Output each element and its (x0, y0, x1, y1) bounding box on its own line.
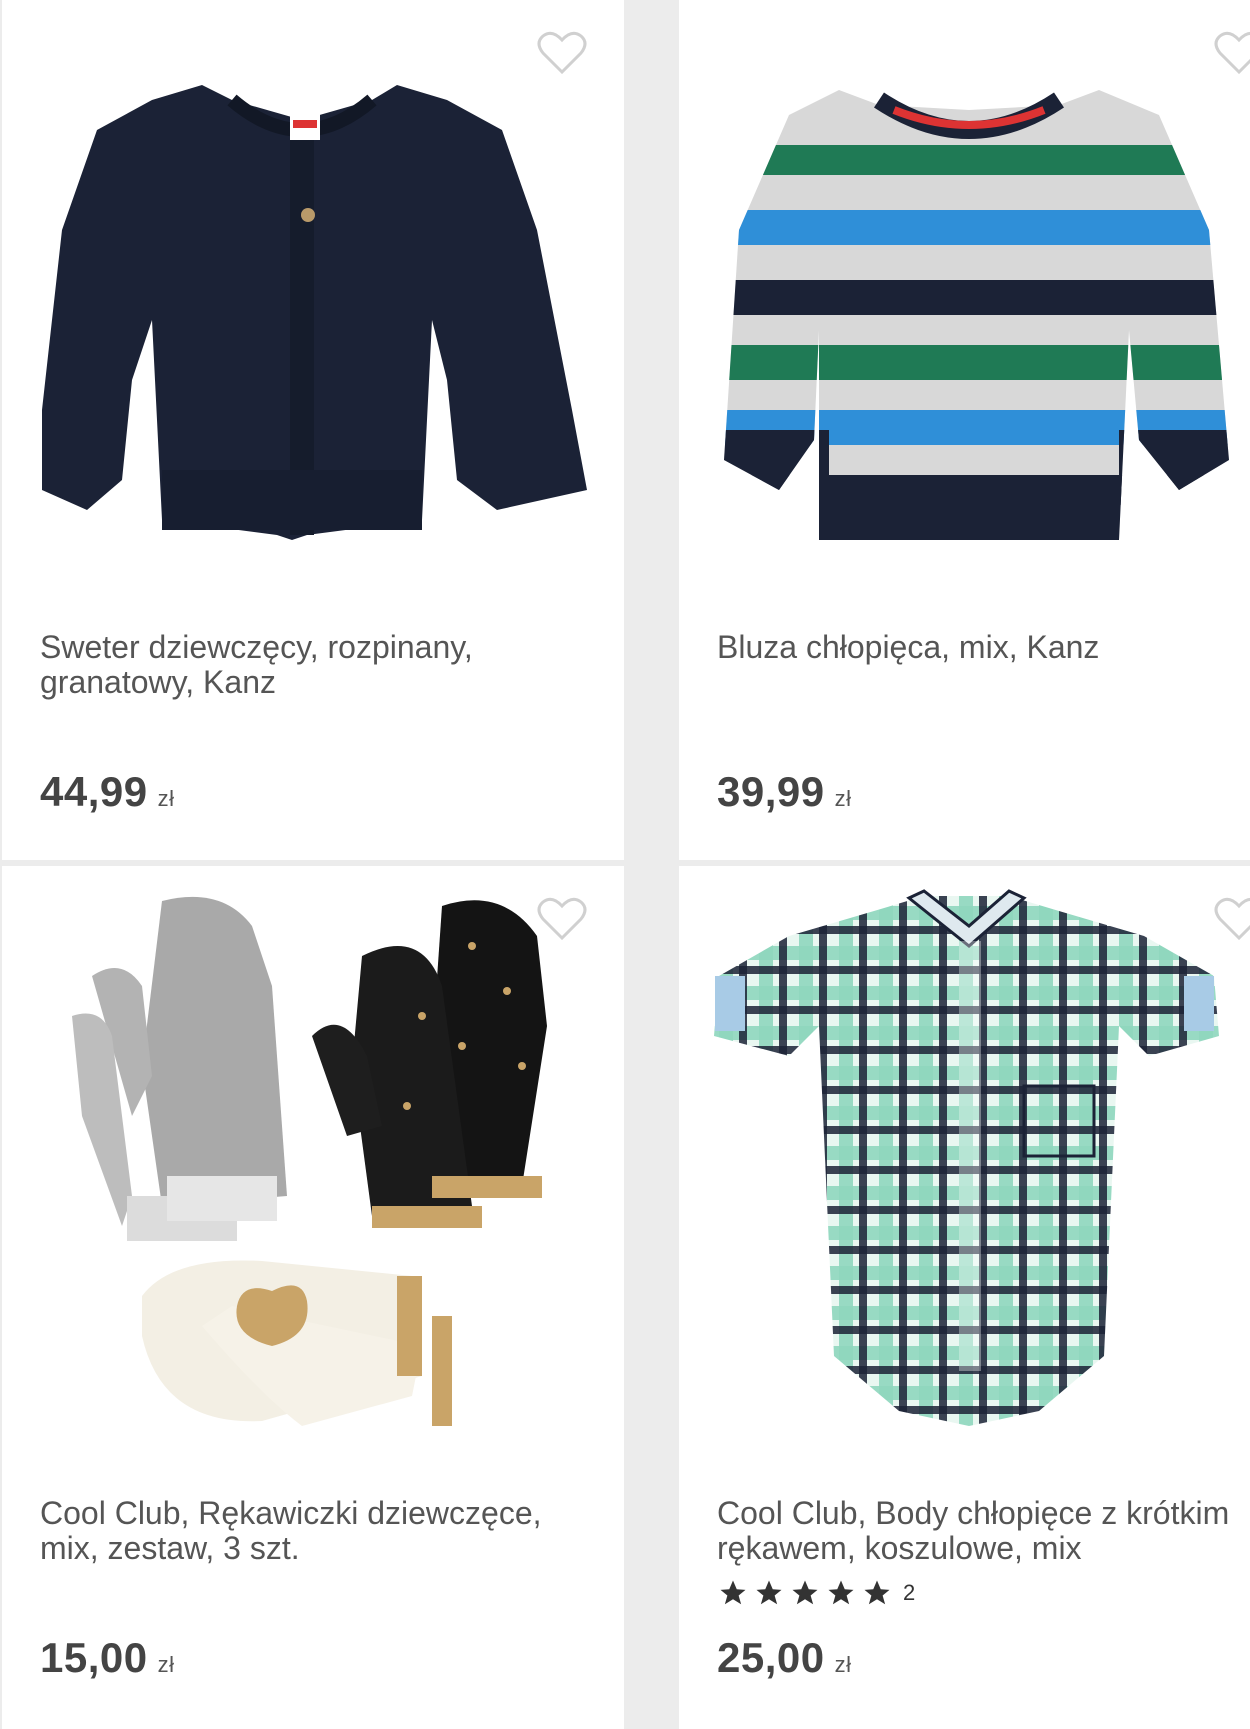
product-title[interactable]: Cool Club, Body chłopięce z krótkim ręka… (717, 1496, 1250, 1566)
mittens-image[interactable] (2, 866, 624, 1466)
price-currency: zł (157, 786, 175, 811)
product-title[interactable]: Bluza chłopięca, mix, Kanz (717, 630, 1250, 665)
product-price: 15,00 zł (40, 1634, 175, 1682)
price-value: 25,00 (717, 1634, 825, 1681)
product-title[interactable]: Sweter dziewczęcy, rozpinany, granatowy,… (40, 630, 620, 700)
price-value: 15,00 (40, 1634, 148, 1681)
favorite-heart-icon[interactable] (537, 896, 587, 942)
product-card[interactable]: Sweter dziewczęcy, rozpinany, granatowy,… (2, 0, 624, 860)
product-price: 39,99 zł (717, 768, 852, 816)
price-currency: zł (834, 786, 852, 811)
product-card[interactable]: Bluza chłopięca, mix, Kanz 39,99 zł (679, 0, 1250, 860)
price-currency: zł (157, 1652, 175, 1677)
price-value: 39,99 (717, 768, 825, 815)
product-card[interactable]: Cool Club, Body chłopięce z krótkim ręka… (679, 866, 1250, 1729)
favorite-heart-icon[interactable] (1214, 896, 1250, 942)
plaid-bodysuit-image[interactable] (679, 866, 1250, 1466)
product-rating: 2 (717, 1578, 915, 1608)
product-price: 44,99 zł (40, 768, 175, 816)
favorite-heart-icon[interactable] (537, 30, 587, 76)
price-value: 44,99 (40, 768, 148, 815)
striped-sweatshirt-image[interactable] (679, 0, 1250, 600)
price-currency: zł (834, 1652, 852, 1677)
star-icon (792, 1580, 818, 1605)
favorite-heart-icon[interactable] (1214, 30, 1250, 76)
product-title-line-2: rękawem, koszulowe, mix (717, 1530, 1082, 1566)
star-icon (828, 1580, 854, 1605)
cardigan-image[interactable] (2, 0, 624, 600)
product-price: 25,00 zł (717, 1634, 852, 1682)
rating-count: 2 (903, 1580, 916, 1605)
product-title-line-1: Cool Club, Body chłopięce z krótkim (717, 1495, 1230, 1531)
product-title[interactable]: Cool Club, Rękawiczki dziewczęce, mix, z… (40, 1496, 620, 1566)
star-icon (864, 1580, 890, 1605)
star-icon (720, 1580, 746, 1605)
star-icon (756, 1580, 782, 1605)
product-card[interactable]: Cool Club, Rękawiczki dziewczęce, mix, z… (2, 866, 624, 1729)
